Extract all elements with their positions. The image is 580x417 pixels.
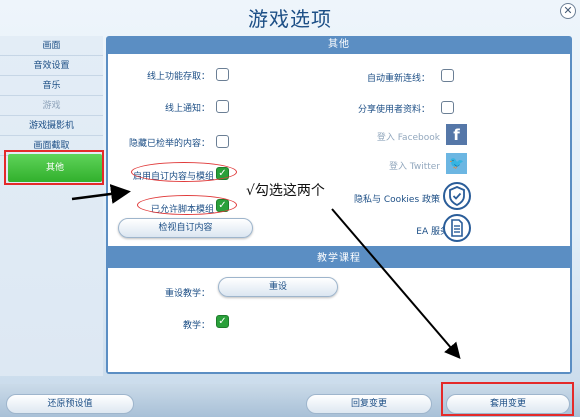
undo-changes-button[interactable]: 回复变更 [306,394,432,414]
dialog-title: 游戏选项 [248,7,332,31]
sidebar-item-camera[interactable]: 游戏摄影机 [0,116,103,136]
reset-tutorial-button[interactable]: 重设 [218,277,338,297]
highlight-ellipse-script-mods [137,195,237,215]
shield-check-icon[interactable] [443,182,471,210]
option-online-notify-checkbox[interactable] [216,100,229,113]
annotation-text: √勾选这两个 [246,183,325,199]
tutorial-checkbox[interactable]: ✓ [216,315,229,328]
view-custom-content-button[interactable]: 检视自订内容 [118,218,253,238]
sidebar-item-audio[interactable]: 音效设置 [0,56,103,76]
highlight-ellipse-custom-content [131,162,237,182]
facebook-login-label[interactable]: 登入 Facebook [377,130,440,143]
tutorial-label: 教学： [182,321,210,331]
option-share-data-checkbox[interactable] [441,101,454,114]
panel-tutorial-body [108,268,570,372]
option-auto-reconnect-checkbox[interactable] [441,69,454,82]
option-online-notify-label: 线上通知： [164,104,210,114]
twitter-icon[interactable]: 🐦 [446,153,467,174]
option-share-data-label: 分享使用者资料： [357,105,430,115]
document-icon[interactable] [443,214,471,242]
sidebar-item-music[interactable]: 音乐 [0,76,103,96]
panel-header-tutorial: 教学课程 [317,253,361,264]
option-hide-reported-checkbox[interactable] [216,135,229,148]
highlight-box-other [4,150,104,185]
option-auto-reconnect-label: 自动重新连线： [366,74,430,84]
option-online-access-checkbox[interactable] [216,68,229,81]
sidebar-item-graphics[interactable]: 画面 [0,36,103,56]
privacy-policy-link[interactable]: 隐私与 Cookies 政策 [354,192,440,205]
sidebar: 画面 音效设置 音乐 游戏 游戏摄影机 画面截取 其他 [0,36,103,376]
facebook-icon[interactable]: f [446,124,467,145]
sidebar-item-game[interactable]: 游戏 [0,96,103,116]
twitter-login-label[interactable]: 登入 Twitter [389,159,440,172]
highlight-box-apply [441,382,574,416]
panel-header-other: 其他 [328,39,350,50]
reset-tutorial-label: 重设教学： [164,289,210,299]
option-hide-reported-label: 隐藏已检举的内容： [128,139,210,149]
restore-defaults-button[interactable]: 还原预设值 [6,394,134,414]
option-online-access-label: 线上功能存取： [146,72,210,82]
close-icon[interactable]: ✕ [560,3,576,19]
